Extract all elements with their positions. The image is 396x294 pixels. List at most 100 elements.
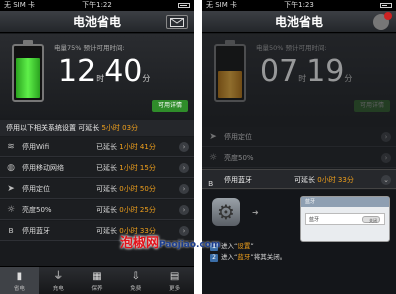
title-bar: 电池省电 bbox=[0, 11, 194, 33]
hour-unit: 时 bbox=[96, 74, 105, 83]
tab-1[interactable]: ⏚ 充电 bbox=[39, 267, 78, 294]
chevron-right-icon[interactable]: › bbox=[179, 163, 189, 173]
watermark-text: 泡椒网 bbox=[120, 236, 160, 251]
bluetooth-toggle[interactable]: 关闭 bbox=[362, 216, 380, 223]
chevron-right-icon[interactable]: › bbox=[179, 205, 189, 215]
row-label: 亮度50% bbox=[224, 154, 254, 162]
row-label: 停用定位 bbox=[22, 185, 50, 193]
ext-prefix: 可延长 bbox=[294, 176, 318, 184]
ext-value: 0小时 50分 bbox=[119, 185, 156, 193]
ext-prefix: 可延长 bbox=[96, 227, 120, 235]
tab-label: 充电 bbox=[52, 286, 64, 292]
minute-unit: 分 bbox=[344, 74, 353, 83]
ext-value: 0小时 33分 bbox=[119, 227, 156, 235]
bluetooth-row[interactable]: ʙ 停用蓝牙 可延长 0小时 33分 ⌄ bbox=[202, 169, 396, 189]
tab-3[interactable]: ⇩ 免费 bbox=[116, 267, 155, 294]
arrow-right-icon: ➜ bbox=[252, 208, 259, 217]
row-label: 亮度50% bbox=[22, 206, 52, 214]
ext-prefix: 可延长 bbox=[96, 185, 120, 193]
minutes-value: 40 bbox=[104, 54, 143, 89]
calendar-icon: ▦ bbox=[92, 271, 102, 282]
setting-row[interactable]: ☼ 亮度50% › bbox=[202, 148, 396, 168]
globe-icon: ◍ bbox=[7, 163, 15, 173]
settings-header: 停用以下相关系统设置 可延长 5小时 03分 bbox=[0, 120, 194, 136]
settings-gear-icon[interactable] bbox=[373, 12, 392, 30]
status-battery-icon bbox=[178, 3, 190, 8]
location-icon: ➤ bbox=[209, 132, 217, 142]
chevron-right-icon[interactable]: › bbox=[381, 132, 391, 142]
battery-graphic-icon bbox=[214, 40, 246, 102]
setting-row[interactable]: ≋ 停用Wifi 已延长 1小时 41分 › bbox=[0, 137, 194, 157]
battery-percent-text: 电量50% 预计可用时间: bbox=[256, 44, 327, 52]
wifi-icon: ≋ bbox=[7, 142, 15, 152]
row-label: 停用移动网络 bbox=[22, 164, 64, 172]
ext-value: 1小时 15分 bbox=[119, 164, 156, 172]
tab-4[interactable]: ▤ 更多 bbox=[155, 267, 194, 294]
clock: 下午1:22 bbox=[82, 1, 112, 9]
settings-header-value: 5小时 03分 bbox=[101, 124, 139, 132]
row-label: 停用定位 bbox=[224, 133, 252, 141]
chevron-right-icon[interactable]: › bbox=[179, 226, 189, 236]
battery-hero: 电量75% 预计可用时间: 12时40分 可用详情 bbox=[0, 34, 194, 118]
chevron-right-icon[interactable]: › bbox=[381, 153, 391, 163]
grid-icon: ▤ bbox=[169, 271, 180, 282]
tab-label: 免费 bbox=[130, 286, 142, 292]
tab-label: 更多 bbox=[169, 286, 181, 292]
detail-button[interactable]: 可用详情 bbox=[353, 100, 390, 112]
tab-2[interactable]: ▦ 保养 bbox=[78, 267, 117, 294]
battery-icon: ▮ bbox=[16, 271, 23, 282]
battery-fill bbox=[218, 71, 242, 98]
chevron-down-icon[interactable]: ⌄ bbox=[381, 175, 391, 185]
step-highlight: 蓝牙 bbox=[237, 253, 251, 261]
mail-button[interactable] bbox=[166, 15, 188, 29]
ext-prefix: 可延长 bbox=[96, 206, 120, 214]
step-number: 2 bbox=[210, 254, 218, 262]
battery-percent-text: 电量75% 预计可用时间: bbox=[54, 44, 125, 52]
brightness-icon: ☼ bbox=[208, 153, 218, 163]
guide-step-2: 2 进入“蓝牙”将其关闭。 bbox=[210, 251, 286, 262]
minutes-value: 19 bbox=[306, 54, 345, 89]
watermark-domain: Paojiao.com bbox=[159, 240, 221, 250]
status-bar: 无 SIM 卡 下午1:22 bbox=[0, 0, 194, 11]
setting-row[interactable]: ➤ 停用定位 › bbox=[202, 127, 396, 147]
dialog-row: 蓝牙 关闭 bbox=[305, 213, 385, 225]
row-label: 停用Wifi bbox=[22, 143, 50, 151]
remaining-time: 12时40分 bbox=[58, 56, 150, 95]
settings-header-text: 停用以下相关系统设置 可延长 bbox=[6, 124, 102, 132]
row-extension: 可延长 0小时 50分 bbox=[96, 179, 156, 199]
tab-0[interactable]: ▮ 省电 bbox=[0, 267, 39, 294]
bluetooth-icon: ʙ bbox=[8, 226, 14, 236]
row-extension: 已延长 1小时 41分 bbox=[96, 137, 156, 157]
dialog-title: 蓝牙 bbox=[301, 197, 389, 207]
ext-prefix: 已延长 bbox=[96, 143, 120, 151]
detail-button[interactable]: 可用详情 bbox=[151, 100, 188, 112]
step-text: 进入“ bbox=[221, 253, 238, 261]
status-bar: 无 SIM 卡 下午1:23 bbox=[202, 0, 396, 11]
title-bar: 电池省电 bbox=[202, 11, 396, 33]
chevron-right-icon[interactable]: › bbox=[179, 184, 189, 194]
notification-badge bbox=[384, 12, 392, 20]
page-title: 电池省电 bbox=[72, 15, 121, 29]
download-icon: ⇩ bbox=[131, 271, 140, 282]
chevron-right-icon[interactable]: › bbox=[179, 142, 189, 152]
row-label: 停用蓝牙 bbox=[22, 227, 50, 235]
mail-icon bbox=[170, 18, 184, 27]
setting-row[interactable]: ☼ 亮度50% 可延长 0小时 25分 › bbox=[0, 200, 194, 220]
tab-bar: ▮ 省电 ⏚ 充电 ▦ 保养 ⇩ 免费 ▤ 更多 bbox=[0, 266, 194, 294]
watermark: 泡椒网Paojiao.com bbox=[120, 236, 294, 252]
row-extension: 可延长 0小时 33分 bbox=[294, 170, 354, 190]
row-extension: 已延长 1小时 15分 bbox=[96, 158, 156, 178]
brightness-icon: ☼ bbox=[6, 205, 16, 215]
setting-row[interactable]: ➤ 停用定位 可延长 0小时 50分 › bbox=[0, 179, 194, 199]
ext-value: 1小时 41分 bbox=[119, 143, 156, 151]
hour-unit: 时 bbox=[298, 74, 307, 83]
setting-row[interactable]: ◍ 停用移动网络 已延长 1小时 15分 › bbox=[0, 158, 194, 178]
battery-hero: 电量50% 预计可用时间: 07时19分 可用详情 bbox=[202, 34, 396, 118]
tab-label: 保养 bbox=[91, 286, 103, 292]
status-battery-icon bbox=[380, 3, 392, 8]
remaining-time: 07时19分 bbox=[260, 56, 352, 95]
battery-graphic-icon bbox=[12, 40, 44, 102]
row-extension: 可延长 0小时 25分 bbox=[96, 200, 156, 220]
settings-app-icon: ⚙ bbox=[212, 198, 240, 226]
hours-value: 12 bbox=[58, 54, 97, 89]
